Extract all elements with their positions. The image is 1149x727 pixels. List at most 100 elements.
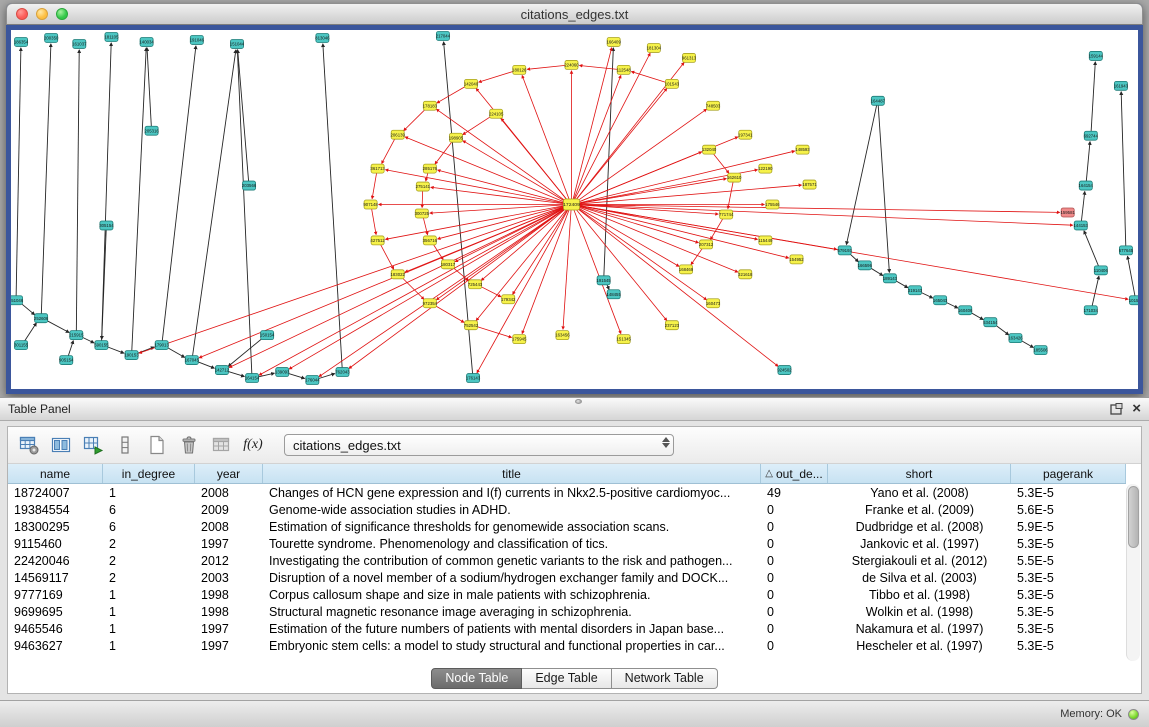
table-cell[interactable]: 9777169 xyxy=(8,588,103,602)
table-cell[interactable]: 5.9E-5 xyxy=(1011,520,1126,534)
panel-resize-handle[interactable] xyxy=(575,399,582,404)
table-cell[interactable]: Hescheler et al. (1997) xyxy=(828,639,1011,653)
table-row[interactable]: 911546021997Tourette syndrome. Phenomeno… xyxy=(8,535,1126,552)
new-file-button[interactable] xyxy=(144,432,170,458)
table-cell[interactable]: Corpus callosum shape and size in male p… xyxy=(263,588,761,602)
close-panel-icon[interactable]: × xyxy=(1132,402,1141,416)
table-cell[interactable]: 5.6E-5 xyxy=(1011,503,1126,517)
table-cell[interactable]: 2 xyxy=(103,554,195,568)
scrollbar-thumb[interactable] xyxy=(1128,486,1139,548)
column-header-year[interactable]: year xyxy=(195,464,263,483)
table-cell[interactable]: Wolkin et al. (1998) xyxy=(828,605,1011,619)
table-cell[interactable]: 1997 xyxy=(195,537,263,551)
table-cell[interactable]: 1998 xyxy=(195,605,263,619)
column-button[interactable] xyxy=(112,432,138,458)
table-cell[interactable]: 2012 xyxy=(195,554,263,568)
table-cell[interactable]: 6 xyxy=(103,520,195,534)
table-cell[interactable]: 5.5E-5 xyxy=(1011,554,1126,568)
table-cell[interactable]: Structural magnetic resonance image aver… xyxy=(263,605,761,619)
column-header-pagerank[interactable]: pagerank xyxy=(1011,464,1126,483)
table-row[interactable]: 977716911998Corpus callosum shape and si… xyxy=(8,586,1126,603)
table-cell[interactable]: Yano et al. (2008) xyxy=(828,486,1011,500)
table-cell[interactable]: 0 xyxy=(761,554,828,568)
table-cell[interactable]: 5.3E-5 xyxy=(1011,639,1126,653)
table-row[interactable]: 1938455462009Genome-wide association stu… xyxy=(8,501,1126,518)
table-cell[interactable]: 19384554 xyxy=(8,503,103,517)
table-cell[interactable]: de Silva et al. (2003) xyxy=(828,571,1011,585)
column-header-short[interactable]: short xyxy=(828,464,1011,483)
column-header-out-degree[interactable]: △out_de... xyxy=(761,464,828,483)
table-row[interactable]: 969969511998Structural magnetic resonanc… xyxy=(8,603,1126,620)
table-cell[interactable]: 22420046 xyxy=(8,554,103,568)
table-cell[interactable]: Changes of HCN gene expression and I(f) … xyxy=(263,486,761,500)
table-cell[interactable]: Dudbridge et al. (2008) xyxy=(828,520,1011,534)
table-cell[interactable]: 5.3E-5 xyxy=(1011,537,1126,551)
table-row[interactable]: 1830029562008Estimation of significance … xyxy=(8,518,1126,535)
table-cell[interactable]: 2009 xyxy=(195,503,263,517)
table-row[interactable]: 1456911722003Disruption of a novel membe… xyxy=(8,569,1126,586)
column-header-in-degree[interactable]: in_degree xyxy=(103,464,195,483)
table-cell[interactable]: Tourette syndrome. Phenomenology and cla… xyxy=(263,537,761,551)
table-cell[interactable]: 2008 xyxy=(195,520,263,534)
table-cell[interactable]: 5.3E-5 xyxy=(1011,588,1126,602)
minimize-window-button[interactable] xyxy=(36,8,48,20)
tab-network-table[interactable]: Network Table xyxy=(612,668,718,689)
table-cell[interactable]: 1997 xyxy=(195,622,263,636)
show-columns-button[interactable] xyxy=(48,432,74,458)
table-cell[interactable]: Embryonic stem cells: a model to study s… xyxy=(263,639,761,653)
table-cell[interactable]: 2 xyxy=(103,537,195,551)
table-cell[interactable]: 5.3E-5 xyxy=(1011,622,1126,636)
table-cell[interactable]: 5.3E-5 xyxy=(1011,605,1126,619)
table-cell[interactable]: 1998 xyxy=(195,588,263,602)
table-cell[interactable]: 5.3E-5 xyxy=(1011,571,1126,585)
table-cell[interactable]: 1997 xyxy=(195,639,263,653)
table-cell[interactable]: 5.3E-5 xyxy=(1011,486,1126,500)
table-cell[interactable]: 18724007 xyxy=(8,486,103,500)
table-cell[interactable]: Nakamura et al. (1997) xyxy=(828,622,1011,636)
table-settings-button[interactable] xyxy=(16,432,42,458)
table-cell[interactable]: Estimation of significance thresholds fo… xyxy=(263,520,761,534)
delete-table-button[interactable] xyxy=(208,432,234,458)
table-cell[interactable]: Disruption of a novel member of a sodium… xyxy=(263,571,761,585)
table-cell[interactable]: 18300295 xyxy=(8,520,103,534)
column-header-name[interactable]: name xyxy=(8,464,103,483)
table-cell[interactable]: 6 xyxy=(103,503,195,517)
table-row[interactable]: 946362711997Embryonic stem cells: a mode… xyxy=(8,637,1126,654)
table-cell[interactable]: 14569117 xyxy=(8,571,103,585)
zoom-window-button[interactable] xyxy=(56,8,68,20)
table-cell[interactable]: Stergiakouli et al. (2012) xyxy=(828,554,1011,568)
table-cell[interactable]: 1 xyxy=(103,486,195,500)
table-cell[interactable]: Tibbo et al. (1998) xyxy=(828,588,1011,602)
table-cell[interactable]: 49 xyxy=(761,486,828,500)
vertical-scrollbar[interactable] xyxy=(1126,484,1140,661)
table-cell[interactable]: 9115460 xyxy=(8,537,103,551)
table-cell[interactable]: 0 xyxy=(761,639,828,653)
table-cell[interactable]: 0 xyxy=(761,571,828,585)
table-cell[interactable]: 9465546 xyxy=(8,622,103,636)
table-cell[interactable]: 2003 xyxy=(195,571,263,585)
table-cell[interactable]: Investigating the contribution of common… xyxy=(263,554,761,568)
table-cell[interactable]: 0 xyxy=(761,537,828,551)
column-header-title[interactable]: title xyxy=(263,464,761,483)
table-cell[interactable]: Franke et al. (2009) xyxy=(828,503,1011,517)
tab-edge-table[interactable]: Edge Table xyxy=(522,668,611,689)
add-column-button[interactable] xyxy=(80,432,106,458)
table-cell[interactable]: Estimation of the future numbers of pati… xyxy=(263,622,761,636)
table-row[interactable]: 2242004622012Investigating the contribut… xyxy=(8,552,1126,569)
table-cell[interactable]: 1 xyxy=(103,622,195,636)
float-panel-icon[interactable] xyxy=(1108,402,1124,416)
table-cell[interactable]: 1 xyxy=(103,639,195,653)
table-cell[interactable]: 9699695 xyxy=(8,605,103,619)
table-cell[interactable]: 0 xyxy=(761,503,828,517)
table-cell[interactable]: 2008 xyxy=(195,486,263,500)
table-row[interactable]: 946554611997Estimation of the future num… xyxy=(8,620,1126,637)
table-cell[interactable]: 2 xyxy=(103,571,195,585)
close-window-button[interactable] xyxy=(16,8,28,20)
function-builder-button[interactable]: f(x) xyxy=(240,432,266,458)
table-cell[interactable]: Jankovic et al. (1997) xyxy=(828,537,1011,551)
table-cell[interactable]: 1 xyxy=(103,588,195,602)
table-cell[interactable]: 0 xyxy=(761,520,828,534)
table-cell[interactable]: 0 xyxy=(761,588,828,602)
table-cell[interactable]: 1 xyxy=(103,605,195,619)
table-cell[interactable]: 0 xyxy=(761,622,828,636)
